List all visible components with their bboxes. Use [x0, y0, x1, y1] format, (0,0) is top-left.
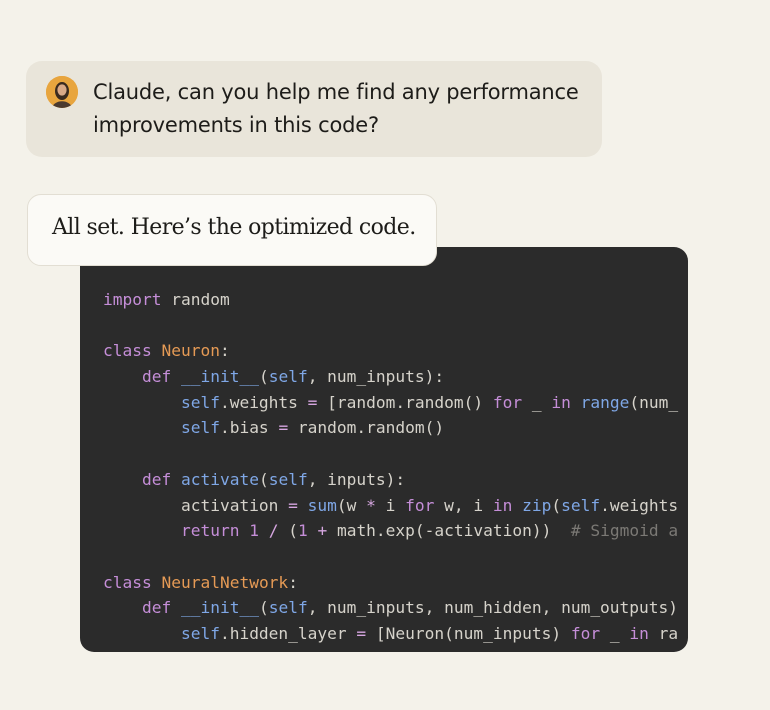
code-line: self.weights = [random.random() for _ in…: [180, 392, 679, 412]
code-line: def __init__(self, num_inputs, num_hidde…: [141, 598, 679, 618]
code-line: self.bias = random.random(): [180, 418, 445, 438]
code-line: class NeuralNetwork:: [103, 572, 298, 592]
assistant-message-bubble: All set. Here’s the optimized code.: [27, 194, 437, 266]
code-line: return 1 / (1 + math.exp(-activation)) #…: [180, 521, 679, 541]
code-content: import random class Neuron: def __init__…: [103, 287, 678, 647]
assistant-message-text: All set. Here’s the optimized code.: [52, 215, 416, 240]
code-line: class Neuron:: [103, 341, 230, 361]
code-line: def __init__(self, num_inputs):: [141, 367, 445, 387]
code-line: activation = sum(w * i for w, i in zip(s…: [103, 495, 679, 515]
code-line: self.hidden_layer = [Neuron(num_inputs) …: [180, 623, 679, 643]
user-avatar-icon: [46, 76, 78, 108]
user-message-bubble: Claude, can you help me find any perform…: [26, 61, 602, 157]
code-line: def activate(self, inputs):: [141, 469, 406, 489]
code-block: import random class Neuron: def __init__…: [80, 247, 688, 652]
code-line: import random: [103, 290, 230, 309]
user-message-text: Claude, can you help me find any perform…: [93, 80, 579, 137]
